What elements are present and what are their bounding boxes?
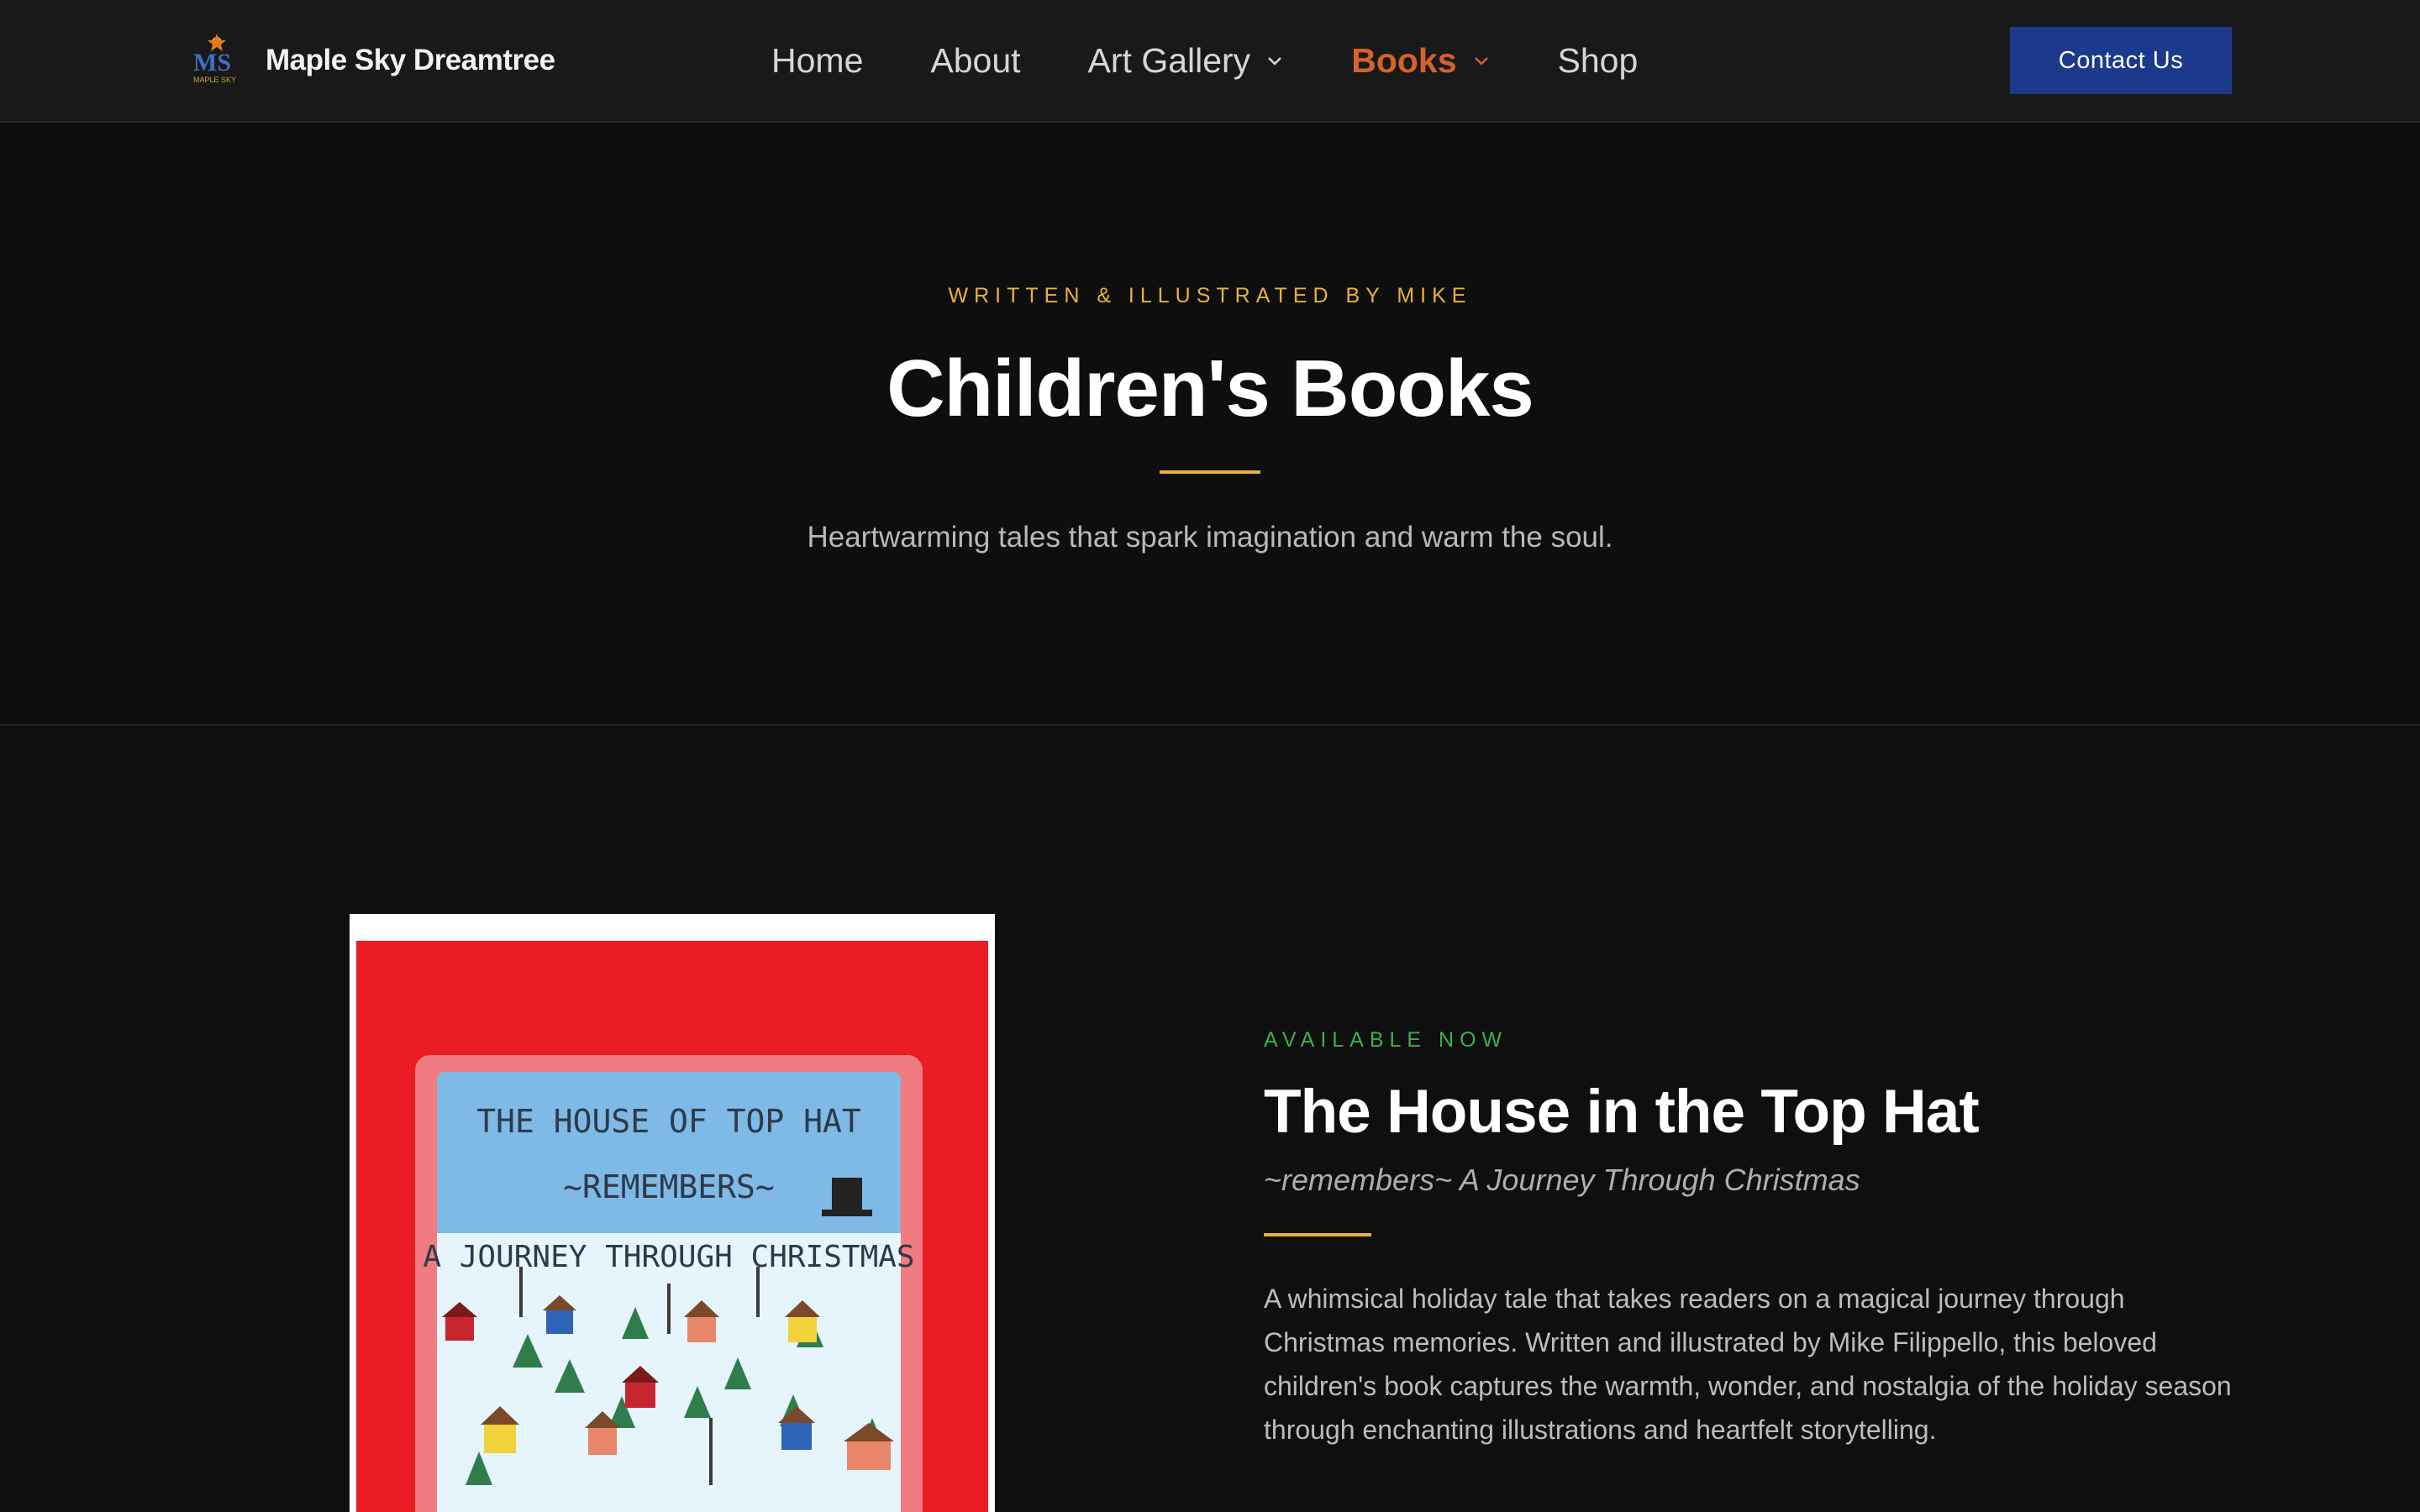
svg-text:A JOURNEY THROUGH CHRISTMAS: A JOURNEY THROUGH CHRISTMAS	[423, 1240, 914, 1274]
brand-name: Maple Sky Dreamtree	[266, 44, 555, 76]
nav-books[interactable]: Books	[1351, 41, 1490, 81]
nav-about[interactable]: About	[930, 41, 1020, 81]
nav-books-label: Books	[1351, 40, 1457, 80]
hero-divider	[1160, 470, 1260, 474]
brand-logo-icon: MS MAPLE SKY	[188, 32, 245, 89]
main-menu: Home About Art Gallery Books Shop	[771, 0, 1705, 121]
svg-text:THE HOUSE OF TOP HAT: THE HOUSE OF TOP HAT	[476, 1103, 861, 1140]
nav-home-label: Home	[771, 40, 864, 80]
nav-art-gallery-label: Art Gallery	[1087, 40, 1251, 80]
nav-about-label: About	[930, 40, 1021, 80]
book-subtitle: ~remembers~ A Journey Through Christmas	[1264, 1163, 1860, 1197]
nav-shop-label: Shop	[1557, 40, 1639, 80]
nav-art-gallery[interactable]: Art Gallery	[1088, 41, 1285, 81]
nav-shop[interactable]: Shop	[1558, 41, 1639, 81]
hero-eyebrow: WRITTEN & ILLUSTRATED BY MIKE	[948, 284, 1472, 307]
svg-text:MAPLE SKY: MAPLE SKY	[193, 76, 236, 84]
book-cover-image: THE HOUSE OF TOP HAT ~REMEMBERS~ A JOURN…	[350, 914, 995, 1512]
chevron-down-icon	[1268, 57, 1282, 66]
book-description: A whimsical holiday tale that takes read…	[1264, 1284, 2232, 1445]
page-title: Children's Books	[886, 344, 1534, 433]
nav-home[interactable]: Home	[771, 41, 863, 81]
book-title: The House in the Top Hat	[1264, 1078, 1980, 1146]
availability-label: AVAILABLE NOW	[1264, 1028, 1508, 1052]
top-navbar: MS MAPLE SKY Maple Sky Dreamtree Home Ab…	[0, 0, 2420, 123]
hero-subtitle: Heartwarming tales that spark imaginatio…	[807, 521, 1613, 554]
book-divider	[1264, 1233, 1371, 1236]
svg-text:~REMEMBERS~: ~REMEMBERS~	[563, 1168, 775, 1205]
svg-text:MS: MS	[193, 49, 231, 76]
brand-link[interactable]: MS MAPLE SKY Maple Sky Dreamtree	[188, 30, 555, 91]
chevron-down-icon	[1474, 57, 1488, 66]
hero-section: WRITTEN & ILLUSTRATED BY MIKE Children's…	[0, 123, 2420, 726]
contact-us-button[interactable]: Contact Us	[2010, 27, 2232, 94]
